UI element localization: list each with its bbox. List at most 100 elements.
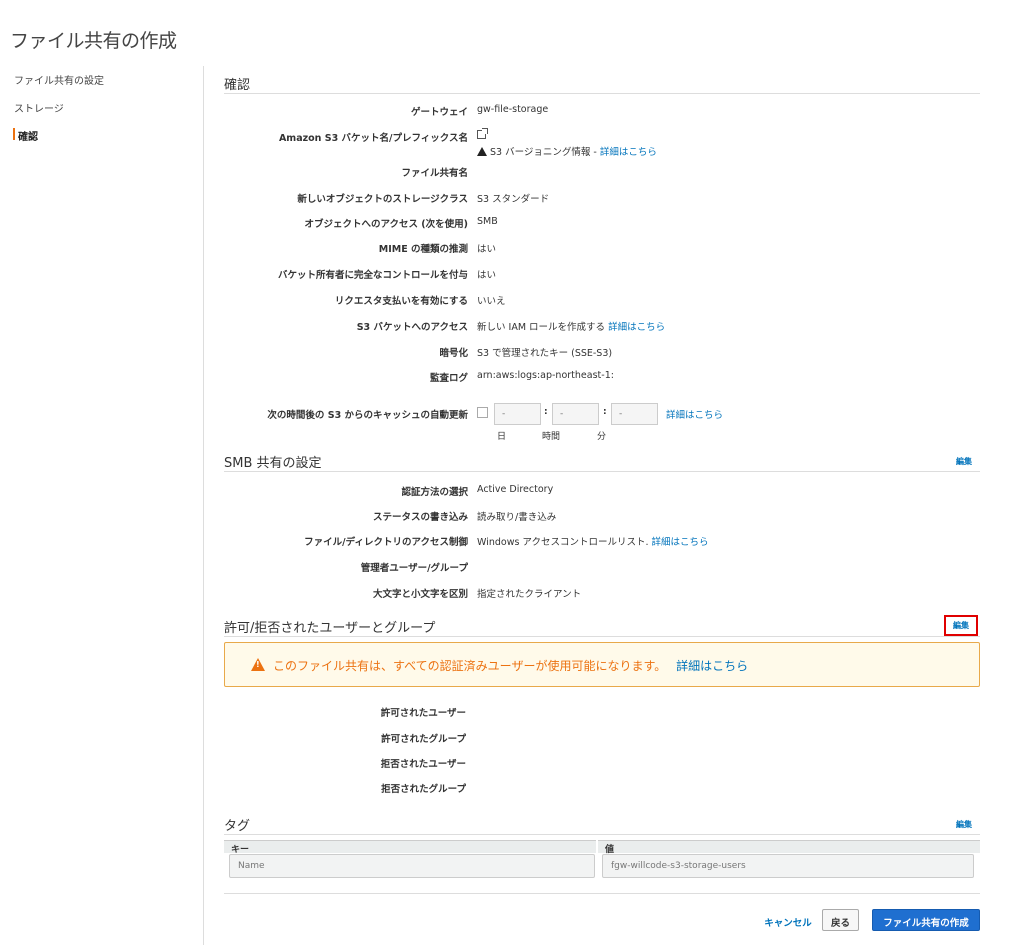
sidebar-item-review[interactable]: 確認 (18, 128, 38, 143)
tag-value-field[interactable]: fgw-willcode-s3-storage-users (602, 854, 974, 878)
smb-section-header: SMB 共有の設定 編集 (224, 452, 980, 472)
versioning-warning-text: S3 バージョニング情報 - (490, 147, 597, 158)
page-title: ファイル共有の作成 (10, 30, 177, 52)
cancel-button[interactable]: キャンセル (758, 909, 818, 931)
confirm-section-header: 確認 (224, 74, 980, 94)
cache-days-input[interactable]: - (494, 403, 541, 425)
mime-value: はい (477, 244, 497, 255)
tag-key-header: キー (224, 840, 596, 855)
back-button[interactable]: 戻る (822, 909, 859, 931)
row-owner-control: バケット所有者に完全なコントロールを付与 はい (224, 267, 980, 283)
requester-pays-label: リクエスタ支払いを有効にする (334, 296, 468, 307)
mime-label: MIME の種類の推測 (378, 244, 468, 255)
active-indicator (13, 128, 15, 140)
tags-section-header: タグ 編集 (224, 815, 980, 835)
audit-log-label: 監査ログ (429, 373, 468, 384)
cache-refresh-label: 次の時間後の S3 からのキャッシュの自動更新 (267, 410, 468, 421)
denied-users-label: 拒否されたユーザー (380, 759, 466, 770)
allowed-groups-label: 許可されたグループ (381, 734, 466, 745)
gateway-value: gw-file-storage (477, 104, 549, 115)
s3-access-details-link[interactable]: 詳細はこちら (608, 322, 665, 333)
external-link-icon[interactable] (477, 128, 488, 142)
smb-edit-link[interactable]: 編集 (956, 456, 972, 467)
alert-text: このファイル共有は、すべての認証済みユーザーが使用可能になります。 (273, 659, 667, 673)
row-admin: 管理者ユーザー/グループ (224, 560, 980, 576)
main-content: 確認 ゲートウェイ gw-file-storage Amazon S3 バケット… (224, 66, 980, 945)
acl-label: ファイル/ディレクトリのアクセス制御 (304, 537, 468, 548)
row-bucket: Amazon S3 バケット名/プレフィックス名 S3 バージョニング情報 - … (224, 128, 980, 158)
encryption-label: 暗号化 (439, 348, 468, 359)
hours-unit: 時間 (542, 432, 561, 442)
row-auth-method: 認証方法の選択 Active Directory (224, 484, 980, 500)
share-name-label: ファイル共有名 (401, 168, 468, 179)
warning-icon (251, 658, 265, 671)
tags-section-title: タグ (224, 819, 251, 834)
acl-details-link[interactable]: 詳細はこちら (652, 537, 709, 548)
storage-class-label: 新しいオブジェクトのストレージクラス (297, 194, 468, 205)
tag-value-header: 値 (598, 840, 980, 855)
auth-method-value: Active Directory (477, 484, 554, 495)
row-case-sensitivity: 大文字と小文字を区別 指定されたクライアント (224, 586, 980, 602)
sidebar: ファイル共有の設定 ストレージ 確認 (0, 66, 204, 945)
row-share-name: ファイル共有名 (224, 165, 980, 181)
case-sensitivity-label: 大文字と小文字を区別 (372, 589, 468, 600)
gateway-label: ゲートウェイ (410, 107, 468, 118)
auth-method-label: 認証方法の選択 (401, 487, 468, 498)
row-allowed-groups: 許可されたグループ (224, 731, 980, 747)
allowed-edit-link[interactable]: 編集 (944, 615, 978, 636)
audit-log-value: arn:aws:logs:ap-northeast-1: (477, 370, 614, 381)
row-encryption: 暗号化 S3 で管理されたキー (SSE-S3) (224, 345, 980, 361)
object-access-label: オブジェクトへのアクセス (次を使用) (304, 219, 468, 230)
object-access-value: SMB (477, 216, 498, 227)
minutes-unit: 分 (597, 432, 607, 442)
cache-minutes-input[interactable]: - (611, 403, 658, 425)
colon-separator: : (544, 407, 548, 417)
versioning-details-link[interactable]: 詳細はこちら (600, 147, 657, 158)
encryption-value: S3 で管理されたキー (SSE-S3) (477, 348, 613, 359)
status-write-label: ステータスの書き込み (372, 512, 468, 523)
footer-divider (224, 893, 980, 894)
row-storage-class: 新しいオブジェクトのストレージクラス S3 スタンダード (224, 191, 980, 207)
sidebar-item-file-share-settings[interactable]: ファイル共有の設定 (14, 72, 104, 87)
all-users-alert: このファイル共有は、すべての認証済みユーザーが使用可能になります。 詳細はこちら (224, 642, 980, 687)
row-cache-refresh: 次の時間後の S3 からのキャッシュの自動更新 - : - : - 詳細はこちら… (224, 403, 980, 443)
confirm-section-title: 確認 (224, 78, 251, 93)
owner-control-label: バケット所有者に完全なコントロールを付与 (277, 270, 468, 281)
s3-access-value-text: 新しい IAM ロールを作成する (477, 322, 606, 333)
bucket-label: Amazon S3 バケット名/プレフィックス名 (278, 133, 468, 144)
row-acl: ファイル/ディレクトリのアクセス制御 Windows アクセスコントロールリスト… (224, 534, 980, 550)
row-status-write: ステータスの書き込み 読み取り/書き込み (224, 509, 980, 525)
row-audit-log: 監査ログ arn:aws:logs:ap-northeast-1: (224, 370, 980, 386)
row-denied-users: 拒否されたユーザー (224, 756, 980, 772)
row-denied-groups: 拒否されたグループ (224, 781, 980, 797)
s3-access-label: S3 バケットへのアクセス (356, 322, 468, 333)
admin-label: 管理者ユーザー/グループ (360, 563, 468, 574)
tag-key-field[interactable]: Name (229, 854, 595, 878)
owner-control-value: はい (477, 270, 497, 281)
smb-section-title: SMB 共有の設定 (224, 456, 322, 471)
row-requester-pays: リクエスタ支払いを有効にする いいえ (224, 293, 980, 309)
acl-value: Windows アクセスコントロールリスト. 詳細はこちら (477, 534, 709, 548)
allowed-users-label: 許可されたユーザー (380, 708, 466, 719)
denied-groups-label: 拒否されたグループ (381, 784, 466, 795)
alert-details-link[interactable]: 詳細はこちら (676, 659, 748, 673)
cache-refresh-checkbox[interactable] (477, 407, 488, 418)
sidebar-item-storage[interactable]: ストレージ (14, 100, 64, 115)
s3-access-value: 新しい IAM ロールを作成する 詳細はこちら (477, 319, 665, 333)
tags-edit-link[interactable]: 編集 (956, 819, 972, 830)
status-write-value: 読み取り/書き込み (477, 512, 557, 523)
row-gateway: ゲートウェイ gw-file-storage (224, 104, 980, 120)
create-file-share-button[interactable]: ファイル共有の作成 (872, 909, 980, 931)
alert-message: このファイル共有は、すべての認証済みユーザーが使用可能になります。 詳細はこちら (273, 657, 748, 674)
acl-value-text: Windows アクセスコントロールリスト. (477, 537, 649, 548)
colon-separator: : (603, 407, 607, 417)
allowed-section-title: 許可/拒否されたユーザーとグループ (224, 621, 436, 636)
cache-refresh-details-link[interactable]: 詳細はこちら (666, 407, 723, 421)
row-allowed-users: 許可されたユーザー (224, 705, 980, 721)
cache-hours-input[interactable]: - (552, 403, 599, 425)
row-s3-access: S3 バケットへのアクセス 新しい IAM ロールを作成する 詳細はこちら (224, 319, 980, 335)
row-mime: MIME の種類の推測 はい (224, 241, 980, 257)
case-sensitivity-value: 指定されたクライアント (477, 589, 582, 600)
row-object-access: オブジェクトへのアクセス (次を使用) SMB (224, 216, 980, 232)
allowed-section-header: 許可/拒否されたユーザーとグループ 編集 (224, 615, 980, 637)
